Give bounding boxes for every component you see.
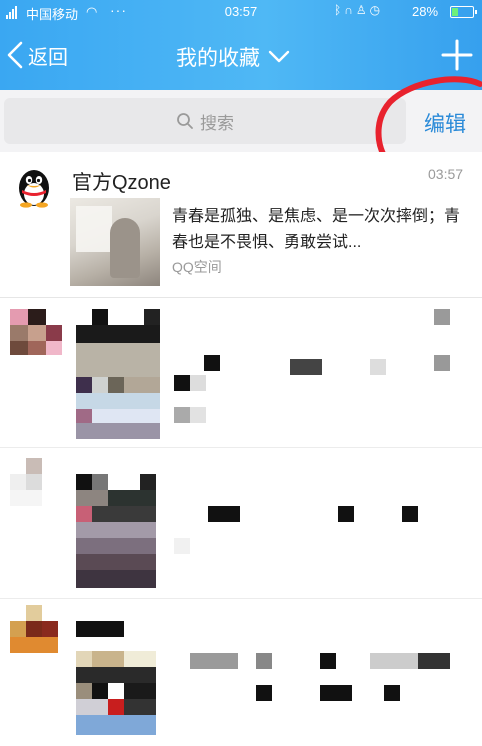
search-icon	[177, 113, 193, 129]
back-button[interactable]: 返回	[6, 40, 68, 70]
status-bar: 中国移动 ◠ ··· 03:57 ᛒ∩♙◷ 28%	[0, 0, 482, 24]
favorites-title-dropdown[interactable]: 我的收藏	[176, 42, 290, 72]
favorite-time: 03:57	[428, 166, 464, 182]
search-input[interactable]: 搜索	[4, 98, 406, 144]
favorite-thumbnail	[70, 198, 160, 286]
chevron-left-icon	[7, 41, 23, 69]
favorite-item[interactable]: 官方Qzone 03:57 青春是孤独、是焦虑、是一次次摔倒；青春也是不畏惧、勇…	[0, 152, 482, 298]
battery-percent: 28%	[412, 4, 439, 19]
chevron-down-icon	[268, 50, 290, 63]
back-label: 返回	[28, 46, 68, 69]
status-time: 03:57	[224, 4, 258, 19]
favorite-item-redacted[interactable]	[0, 448, 482, 598]
search-placeholder: 搜索	[200, 113, 234, 133]
battery-icon	[450, 6, 477, 18]
edit-button[interactable]: 编辑	[424, 108, 466, 138]
qq-penguin-avatar	[19, 170, 49, 208]
bluetooth-headset-alarm-icons: ᛒ∩♙◷	[334, 3, 384, 17]
favorite-item-redacted[interactable]	[0, 299, 482, 447]
top-bar: 中国移动 ◠ ··· 03:57 ᛒ∩♙◷ 28% 返回 我的收藏	[0, 0, 482, 90]
page-title: 我的收藏	[176, 47, 260, 70]
favorite-excerpt: 青春是孤独、是焦虑、是一次次摔倒；青春也是不畏惧、勇敢尝试...	[172, 208, 461, 251]
add-icon[interactable]	[440, 38, 474, 72]
favorite-item-redacted[interactable]	[0, 599, 482, 746]
navigation-bar: 返回 我的收藏	[0, 28, 482, 86]
favorite-source: QQ空间	[172, 259, 222, 275]
search-row: 搜索	[0, 90, 482, 152]
favorite-author: 官方Qzone	[72, 172, 171, 194]
